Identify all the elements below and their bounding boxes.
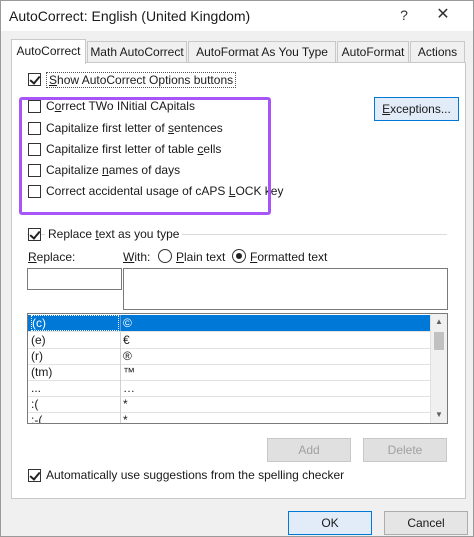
entry-replace: (c) xyxy=(31,315,119,331)
entry-with: © xyxy=(123,316,132,330)
entry-replace: :-( xyxy=(31,413,43,424)
spelling-suggestions-label[interactable]: Automatically use suggestions from the s… xyxy=(46,468,344,482)
list-item[interactable]: :-( * xyxy=(28,412,431,424)
list-scrollbar[interactable]: ▲ ▼ xyxy=(430,314,447,423)
replace-label: Replace: xyxy=(28,250,76,264)
show-options-buttons-label[interactable]: Show AutoCorrect Options buttons xyxy=(46,72,237,88)
with-label: With: xyxy=(123,250,151,264)
ok-button[interactable]: OK xyxy=(288,511,372,535)
list-item[interactable]: (c) © xyxy=(28,315,431,331)
capitalize-days-checkbox[interactable] xyxy=(28,164,41,177)
correct-two-initials-label[interactable]: Correct TWo INitial CApitals xyxy=(46,99,195,113)
formatted-text-label[interactable]: Formatted text xyxy=(250,250,327,264)
entry-with: * xyxy=(123,397,128,411)
add-button[interactable]: Add xyxy=(267,438,351,462)
caps-lock-label[interactable]: Correct accidental usage of cAPS LOCK ke… xyxy=(46,184,283,198)
spelling-suggestions-checkbox[interactable] xyxy=(28,469,41,482)
plain-text-label[interactable]: Plain text xyxy=(176,250,225,264)
list-item[interactable]: :( * xyxy=(28,396,431,412)
autocorrect-entries-list[interactable]: (c) © (e) € (r) ® (tm) ™ ... …:(*:-(… xyxy=(27,313,448,424)
dialog-title: AutoCorrect: English (United Kingdom) xyxy=(9,8,251,24)
entry-with: * xyxy=(123,413,128,424)
entry-replace: (e) xyxy=(31,333,46,347)
list-item[interactable]: (r) ® xyxy=(28,348,431,364)
tab-actions[interactable]: Actions xyxy=(410,41,465,63)
entry-with: ™ xyxy=(123,365,135,379)
scroll-thumb[interactable] xyxy=(434,332,444,350)
close-icon[interactable]: ✕ xyxy=(431,5,455,25)
entry-with: € xyxy=(123,333,130,347)
tab-autocorrect[interactable]: AutoCorrect xyxy=(11,39,86,64)
entry-replace: (r) xyxy=(31,349,43,363)
plain-text-radio[interactable] xyxy=(158,249,172,263)
capitalize-table-cells-checkbox[interactable] xyxy=(28,143,41,156)
entry-with: ® xyxy=(123,349,132,363)
capitalize-sentences-checkbox[interactable] xyxy=(28,122,41,135)
scroll-up-icon[interactable]: ▲ xyxy=(431,314,447,330)
list-item[interactable]: (e) € xyxy=(28,332,431,348)
delete-button[interactable]: Delete xyxy=(363,438,447,462)
entry-with: … xyxy=(123,381,135,395)
title-bar: AutoCorrect: English (United Kingdom) ? … xyxy=(1,1,473,31)
cancel-button[interactable]: Cancel xyxy=(384,511,468,535)
replace-input[interactable] xyxy=(27,268,122,290)
entry-replace: :( xyxy=(31,397,39,411)
correct-two-initials-checkbox[interactable] xyxy=(28,100,41,113)
scroll-down-icon[interactable]: ▼ xyxy=(431,407,447,423)
formatted-text-radio[interactable] xyxy=(232,249,246,263)
replace-text-label[interactable]: Replace text as you type xyxy=(45,227,183,241)
help-icon[interactable]: ? xyxy=(394,5,414,25)
capitalize-table-cells-label[interactable]: Capitalize first letter of table cells xyxy=(46,142,221,156)
list-item[interactable]: ... … xyxy=(28,380,431,396)
with-input[interactable] xyxy=(123,268,448,310)
caps-lock-checkbox[interactable] xyxy=(28,185,41,198)
tab-autoformat[interactable]: AutoFormat xyxy=(337,41,409,63)
entry-replace: (tm) xyxy=(31,365,53,379)
entry-replace: ... xyxy=(31,381,42,395)
replace-text-checkbox[interactable] xyxy=(28,228,41,241)
autocorrect-dialog: AutoCorrect: English (United Kingdom) ? … xyxy=(0,0,474,537)
list-item[interactable]: (tm) ™ xyxy=(28,364,431,380)
show-options-buttons-checkbox[interactable] xyxy=(28,73,41,86)
tab-math-autocorrect[interactable]: Math AutoCorrect xyxy=(87,41,187,63)
tab-autoformat-as-you-type[interactable]: AutoFormat As You Type xyxy=(188,41,336,63)
capitalize-days-label[interactable]: Capitalize names of days xyxy=(46,163,180,177)
exceptions-button[interactable]: Exceptions... xyxy=(374,97,459,121)
capitalize-sentences-label[interactable]: Capitalize first letter of sentences xyxy=(46,121,223,135)
